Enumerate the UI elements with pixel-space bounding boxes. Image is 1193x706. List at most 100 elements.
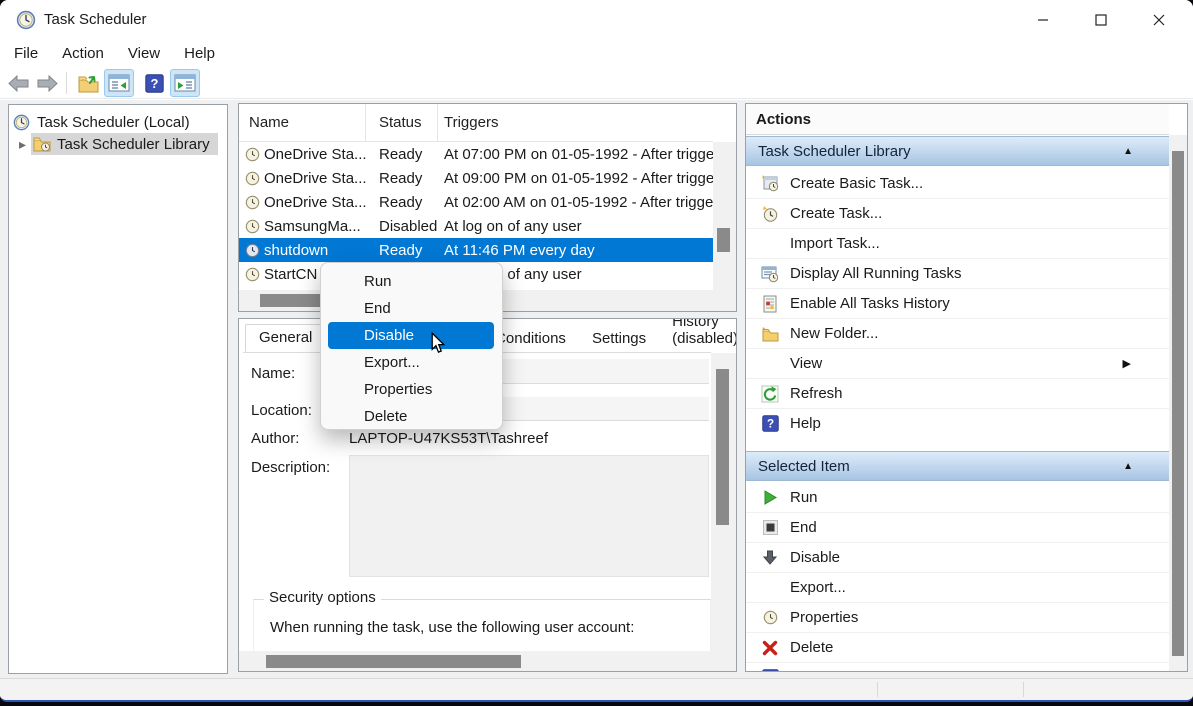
back-button[interactable]	[6, 69, 32, 97]
action-help[interactable]: ? Help	[746, 408, 1169, 438]
content-area: Task Scheduler (Local) ▸ Task Scheduler …	[0, 100, 1193, 678]
svg-text:?: ?	[766, 418, 773, 431]
minimize-button[interactable]	[1020, 6, 1066, 34]
table-row[interactable]: SamsungMa... Disabled At log on of any u…	[239, 214, 713, 238]
enable-history-icon	[760, 295, 780, 313]
context-menu-delete[interactable]: Delete	[321, 403, 502, 430]
properties-icon	[760, 610, 780, 625]
table-row[interactable]: OneDrive Sta... Ready At 09:00 PM on 01-…	[239, 166, 713, 190]
action-delete[interactable]: Delete	[746, 632, 1169, 662]
tree-library-label: Task Scheduler Library	[57, 136, 210, 153]
delete-icon	[760, 640, 780, 656]
actions-title: Actions	[756, 111, 811, 128]
context-menu-disable[interactable]: Disable	[328, 322, 494, 349]
context-menu-properties[interactable]: Properties	[321, 376, 502, 403]
action-refresh[interactable]: Refresh	[746, 378, 1169, 408]
title-bar: Task Scheduler	[0, 0, 1193, 40]
menu-view[interactable]: View	[116, 43, 172, 64]
action-create-basic-task[interactable]: Create Basic Task...	[746, 168, 1169, 198]
status-bar-divider	[877, 682, 878, 697]
tab-settings[interactable]: Settings	[579, 326, 659, 352]
tab-history[interactable]: History (disabled)	[659, 318, 737, 352]
disable-icon	[760, 550, 780, 565]
menu-action[interactable]: Action	[50, 43, 116, 64]
action-enable-history[interactable]: Enable All Tasks History	[746, 288, 1169, 318]
context-menu-export[interactable]: Export...	[321, 349, 502, 376]
location-label: Location:	[251, 402, 312, 419]
folder-clock-icon	[33, 136, 51, 152]
forward-button[interactable]	[34, 69, 60, 97]
detail-vertical-scrollbar-thumb[interactable]	[716, 369, 729, 525]
section-header-selected-item[interactable]: Selected Item ▲	[746, 451, 1169, 481]
actions-vertical-scrollbar-thumb[interactable]	[1172, 151, 1184, 656]
action-view[interactable]: View ▶	[746, 348, 1169, 378]
tree-library-selection[interactable]: Task Scheduler Library	[31, 133, 218, 155]
svg-text:?: ?	[150, 76, 158, 91]
name-label: Name:	[251, 365, 295, 382]
console-tree-panel: Task Scheduler (Local) ▸ Task Scheduler …	[8, 104, 228, 674]
tab-general[interactable]: General	[245, 324, 326, 352]
list-vertical-scrollbar[interactable]	[713, 142, 736, 290]
action-new-folder[interactable]: New Folder...	[746, 318, 1169, 348]
menu-help[interactable]: Help	[172, 43, 227, 64]
action-export[interactable]: Export...	[746, 572, 1169, 602]
author-value: LAPTOP-U47KS53T\Tashreef	[349, 430, 548, 447]
actions-vertical-scrollbar[interactable]	[1169, 135, 1187, 671]
submenu-arrow-icon: ▶	[1123, 357, 1131, 370]
description-field	[349, 455, 709, 577]
action-import-task[interactable]: Import Task...	[746, 228, 1169, 258]
action-properties[interactable]: Properties	[746, 602, 1169, 632]
help-button[interactable]: ?	[140, 69, 168, 97]
action-end[interactable]: End	[746, 512, 1169, 542]
mouse-cursor	[429, 332, 447, 359]
maximize-icon	[1095, 14, 1107, 26]
tree-item-root[interactable]: Task Scheduler (Local)	[9, 111, 227, 133]
table-row[interactable]: OneDrive Sta... Ready At 07:00 PM on 01-…	[239, 142, 713, 166]
create-task-icon	[760, 205, 780, 223]
chevron-right-icon[interactable]: ▸	[19, 136, 31, 153]
action-run[interactable]: Run	[746, 482, 1169, 512]
actions-pane: Actions Task Scheduler Library ▲ Create …	[745, 103, 1188, 672]
column-header-triggers[interactable]: Triggers	[438, 114, 713, 131]
action-create-task[interactable]: Create Task...	[746, 198, 1169, 228]
console-tree-toggle-button[interactable]	[104, 69, 134, 97]
close-button[interactable]	[1136, 6, 1182, 34]
forward-arrow-icon	[36, 75, 58, 92]
help-icon: ?	[760, 415, 780, 432]
task-clock-icon	[245, 243, 260, 258]
action-disable[interactable]: Disable	[746, 542, 1169, 572]
context-menu-end[interactable]: End	[321, 295, 502, 322]
action-pane-toggle-icon	[174, 74, 196, 92]
action-help-selected[interactable]: ? Help	[746, 662, 1169, 672]
action-display-running-tasks[interactable]: Display All Running Tasks	[746, 258, 1169, 288]
maximize-button[interactable]	[1078, 6, 1124, 34]
detail-vertical-scrollbar[interactable]	[711, 353, 736, 651]
tree-item-library[interactable]: ▸ Task Scheduler Library	[9, 133, 227, 155]
section-header-library[interactable]: Task Scheduler Library ▲	[746, 136, 1169, 166]
menu-file[interactable]: File	[2, 43, 50, 64]
detail-horizontal-scrollbar-thumb[interactable]	[266, 655, 521, 668]
import-folder-button[interactable]	[74, 69, 102, 97]
collapse-arrow-icon[interactable]: ▲	[1123, 146, 1133, 157]
context-menu: Run End Disable Export... Properties Del…	[320, 262, 503, 430]
task-clock-icon	[245, 267, 260, 282]
toolbar-separator	[66, 72, 67, 94]
help-icon: ?	[760, 669, 780, 672]
create-basic-task-icon	[760, 174, 780, 192]
toolbar: ?	[0, 66, 1193, 99]
new-folder-icon	[760, 326, 780, 342]
context-menu-run[interactable]: Run	[321, 268, 502, 295]
collapse-arrow-icon[interactable]: ▲	[1123, 461, 1133, 472]
window-title: Task Scheduler	[44, 11, 147, 28]
task-clock-icon	[245, 219, 260, 234]
action-pane-toggle-button[interactable]	[170, 69, 200, 97]
column-header-name[interactable]: Name	[239, 104, 366, 142]
detail-horizontal-scrollbar[interactable]	[239, 651, 736, 671]
task-scheduler-clock-icon	[13, 114, 30, 131]
table-row-selected[interactable]: shutdown Ready At 11:46 PM every day	[239, 238, 713, 262]
table-row[interactable]: OneDrive Sta... Ready At 02:00 AM on 01-…	[239, 190, 713, 214]
task-scheduler-window: Task Scheduler File Action View Help	[0, 0, 1193, 702]
column-header-status[interactable]: Status	[366, 104, 438, 142]
run-icon	[760, 490, 780, 505]
list-vertical-scrollbar-thumb[interactable]	[717, 228, 730, 252]
